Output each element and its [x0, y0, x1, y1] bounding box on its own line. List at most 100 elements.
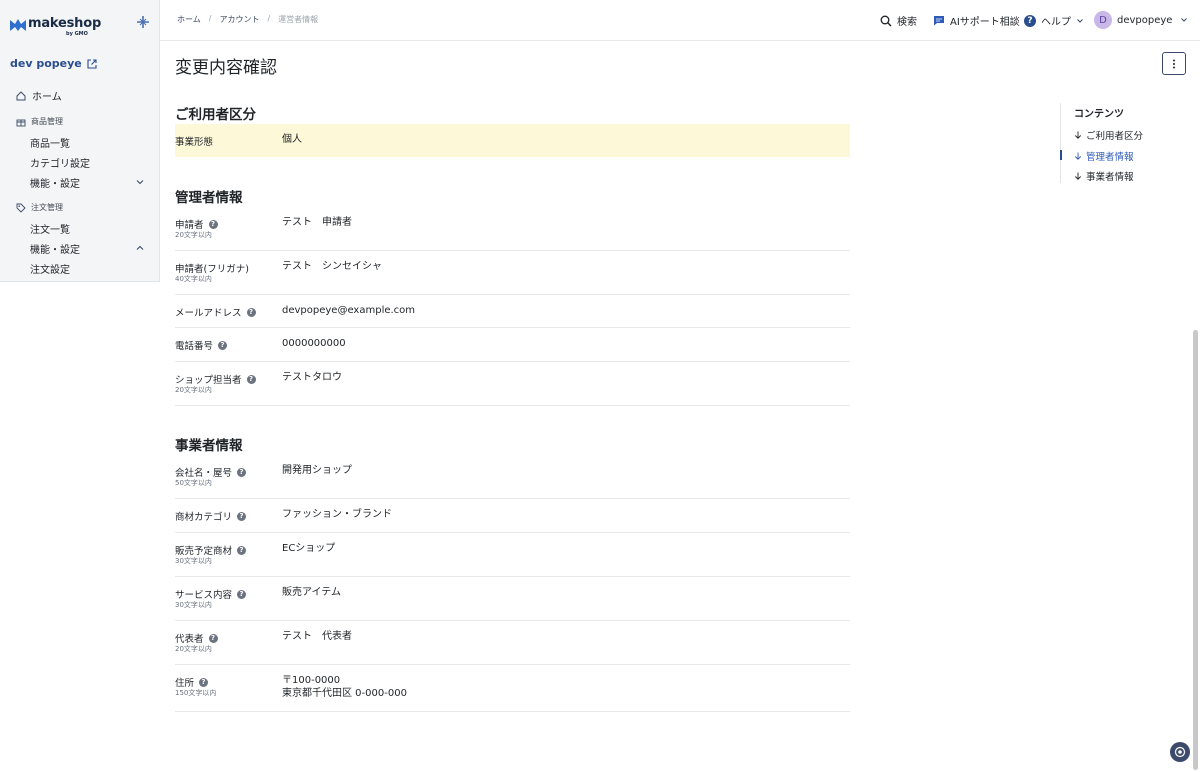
makeshop-logo-icon — [10, 19, 26, 31]
row-label-text: 電話番号 — [175, 341, 214, 352]
logo[interactable]: makeshop by GMO — [10, 14, 150, 42]
row-label: 販売予定商材? — [175, 543, 247, 557]
section-title-user-type: ご利用者区分 — [175, 107, 256, 123]
tag-icon — [16, 203, 26, 213]
more-vertical-icon — [1173, 59, 1175, 68]
row-label: 住所? — [175, 675, 209, 689]
user-menu[interactable]: D devpopeye — [1094, 11, 1188, 29]
sidebar-item-label: 機能・設定 — [30, 179, 80, 190]
help-label: ヘルプ — [1041, 17, 1071, 28]
row-value: テスト 申請者 — [282, 217, 352, 228]
chevron-down-icon — [136, 180, 144, 185]
sidebar-item-category-settings[interactable]: カテゴリ設定 — [30, 155, 90, 170]
toc-item-label: ご利用者区分 — [1086, 131, 1144, 142]
table-row: 申請者(フリガナ) 40文字以内 テスト シンセイシャ — [175, 251, 850, 295]
shop-link[interactable]: dev popeye — [10, 57, 97, 70]
help-tooltip-icon[interactable]: ? — [208, 219, 218, 229]
arrow-down-icon — [1074, 131, 1082, 139]
row-label-text: 会社名・屋号 — [175, 468, 233, 479]
search-button[interactable]: 検索 — [880, 13, 917, 28]
row-value: 0000000000 — [282, 338, 346, 349]
breadcrumb-home[interactable]: ホーム — [177, 14, 201, 25]
pin-sidebar-icon[interactable] — [136, 16, 150, 30]
help-tooltip-icon[interactable]: ? — [237, 467, 247, 477]
help-tooltip-icon[interactable]: ? — [237, 511, 247, 521]
row-label-text: サービス内容 — [175, 590, 233, 601]
sidebar-item-order-list[interactable]: 注文一覧 — [30, 221, 70, 236]
help-tooltip-icon[interactable]: ? — [208, 633, 218, 643]
chevron-up-icon — [136, 245, 144, 250]
row-hint: 30文字以内 — [175, 557, 212, 565]
row-value: ファッション・ブランド — [282, 509, 392, 520]
row-label-text: 商材カテゴリ — [175, 512, 233, 523]
toc-item-business-info[interactable]: 事業者情報 — [1074, 169, 1134, 183]
table-row: 事業形態 個人 — [175, 124, 850, 157]
row-label: サービス内容? — [175, 587, 247, 601]
row-value: 個人 — [282, 134, 302, 145]
chat-support-button[interactable] — [1170, 742, 1190, 762]
sidebar-section-products: 商品管理 — [16, 116, 63, 127]
row-label-text: 販売予定商材 — [175, 546, 233, 557]
chat-bubble-icon — [1174, 746, 1186, 758]
search-icon — [880, 15, 892, 26]
help-tooltip-icon[interactable]: ? — [237, 545, 247, 555]
help-icon: ? — [1024, 14, 1036, 27]
row-label-text: 申請者(フリガナ) — [175, 264, 249, 275]
chevron-down-icon — [1181, 18, 1188, 22]
row-label: ショップ担当者? — [175, 372, 256, 386]
help-menu[interactable]: ? ヘルプ — [1024, 13, 1084, 28]
help-tooltip-icon[interactable]: ? — [246, 307, 256, 317]
toc-item-user-type[interactable]: ご利用者区分 — [1074, 128, 1143, 142]
table-row: 申請者? 20文字以内 テスト 申請者 — [175, 207, 850, 251]
ai-support-button[interactable]: AIサポート相談 — [933, 13, 1020, 28]
sidebar-section-title: 注文管理 — [31, 203, 63, 212]
help-tooltip-icon[interactable]: ? — [237, 589, 247, 599]
sidebar-item-order-features[interactable]: 機能・設定 — [30, 241, 145, 256]
row-label: メールアドレス? — [175, 305, 256, 319]
table-row: 商材カテゴリ? ファッション・ブランド — [175, 499, 850, 533]
arrow-down-icon — [1074, 152, 1082, 160]
table-of-contents: コンテンツ ご利用者区分 管理者情報 事業者情報 — [1060, 103, 1190, 183]
home-icon — [16, 90, 26, 100]
toc-item-label: 事業者情報 — [1086, 172, 1134, 183]
chevron-down-icon — [1077, 18, 1083, 23]
row-value: devpopeye@example.com — [282, 305, 416, 316]
help-tooltip-icon[interactable]: ? — [218, 340, 228, 350]
table-row: 電話番号? 0000000000 — [175, 328, 850, 362]
row-hint: 150文字以内 — [175, 689, 217, 697]
toc-item-admin-info[interactable]: 管理者情報 — [1074, 149, 1134, 163]
row-value-postal: 〒100-0000 — [282, 675, 341, 686]
search-label: 検索 — [897, 17, 917, 28]
section-title-admin-info: 管理者情報 — [175, 190, 243, 206]
help-tooltip-icon[interactable]: ? — [199, 677, 209, 687]
sidebar: makeshop by GMO dev popeye ホーム 商品管理 商品一覧… — [0, 0, 160, 282]
row-value: ECショップ — [282, 543, 336, 554]
sidebar-item-product-list[interactable]: 商品一覧 — [30, 135, 70, 150]
table-row: 代表者? 20文字以内 テスト 代表者 — [175, 621, 850, 665]
row-hint: 20文字以内 — [175, 645, 212, 653]
row-label: 電話番号? — [175, 338, 228, 352]
table-row: ショップ担当者? 20文字以内 テストタロウ — [175, 362, 850, 406]
sidebar-item-order-settings[interactable]: 注文設定 — [30, 261, 70, 276]
page-title: 変更内容確認 — [175, 58, 277, 78]
external-link-icon — [87, 58, 97, 69]
row-hint: 20文字以内 — [175, 386, 212, 394]
sidebar-item-product-features[interactable]: 機能・設定 — [30, 175, 145, 190]
row-label: 代表者? — [175, 631, 218, 645]
table-row: 販売予定商材? 30文字以内 ECショップ — [175, 533, 850, 577]
row-value: テスト シンセイシャ — [282, 261, 382, 272]
more-options-button[interactable] — [1162, 52, 1186, 75]
row-label-text: メールアドレス — [175, 308, 242, 319]
help-tooltip-icon[interactable]: ? — [246, 374, 256, 384]
row-value: テストタロウ — [282, 372, 342, 383]
row-value-address: 東京都千代田区 0-000-000 — [282, 688, 407, 699]
toc-active-marker — [1060, 150, 1062, 160]
scrollbar[interactable] — [1193, 330, 1198, 770]
top-bar: ホーム / アカウント / 運営者情報 検索 AIサポート相談 ? ヘルプ D … — [160, 0, 1200, 41]
row-label: 事業形態 — [175, 134, 213, 148]
sidebar-section-orders: 注文管理 — [16, 202, 63, 213]
sidebar-item-home[interactable]: ホーム — [16, 88, 62, 103]
section-title-business-info: 事業者情報 — [175, 438, 243, 454]
breadcrumb-account[interactable]: アカウント — [219, 14, 259, 25]
row-value: テスト 代表者 — [282, 631, 352, 642]
